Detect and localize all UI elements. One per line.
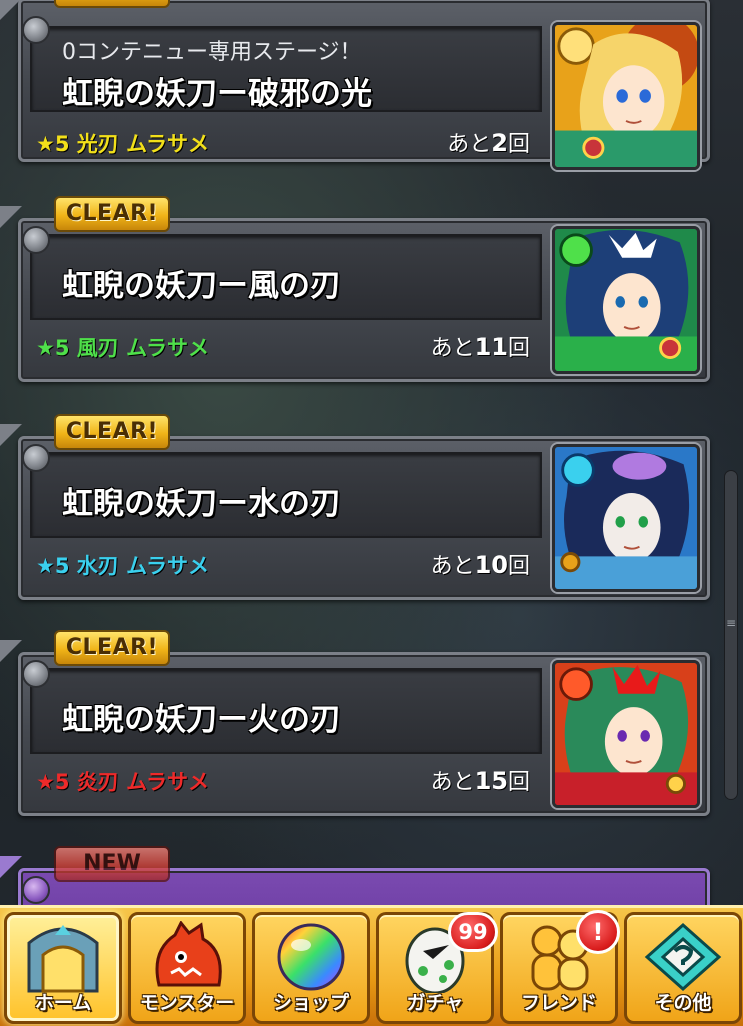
quest-subtitle: 0コンテニュー専用ステージ！	[62, 40, 362, 65]
quest-title: 虹睨の妖刀ー破邪の光	[62, 76, 372, 112]
tab-label: その他	[654, 992, 712, 1014]
quest-reward: ★5 水刃 ムラサメ	[36, 550, 209, 580]
quest-reward: ★5 風刃 ムラサメ	[36, 332, 209, 362]
wind-swordswoman-portrait	[552, 226, 700, 374]
monster-icon	[145, 920, 229, 993]
clear-badge: CLEAR!	[54, 0, 170, 8]
card-notch	[0, 640, 22, 662]
rainbow-orb-icon	[269, 921, 353, 993]
reward-name: 風刃 ムラサメ	[76, 336, 210, 360]
remaining-suffix: 回	[507, 336, 530, 361]
home-gate-icon	[21, 921, 105, 993]
quest-reward: ★5 炎刃 ムラサメ	[36, 766, 209, 796]
tab-label: ショップ	[272, 992, 349, 1014]
remaining-prefix: あと	[430, 336, 475, 361]
remaining-count: 11	[474, 333, 508, 361]
reward-name: 光刃 ムラサメ	[76, 132, 210, 156]
remaining-plays: あと2回	[447, 126, 530, 158]
reward-name: 炎刃 ムラサメ	[76, 770, 210, 794]
scrollbar[interactable]: ≡	[724, 470, 738, 800]
card-notch	[0, 206, 22, 228]
bottom-nav: ホーム モンスター ショップ ガチャ フレンド その他	[0, 905, 743, 1026]
reward-star: ★5	[36, 770, 70, 794]
bolt-icon	[22, 876, 50, 904]
tab-label: モンスター	[139, 992, 235, 1014]
light-swordswoman-portrait	[552, 22, 700, 170]
remaining-plays: あと11回	[431, 330, 530, 362]
clear-badge: CLEAR!	[54, 414, 170, 450]
card-notch	[0, 856, 22, 878]
reward-name: 水刃 ムラサメ	[76, 554, 210, 578]
remaining-suffix: 回	[507, 554, 530, 579]
remaining-prefix: あと	[430, 770, 475, 795]
tab-other[interactable]: その他	[624, 912, 742, 1024]
remaining-suffix: 回	[507, 770, 530, 795]
remaining-count: 2	[491, 129, 508, 157]
fire-swordswoman-portrait	[552, 660, 700, 808]
tab-home[interactable]: ホーム	[4, 912, 122, 1024]
remaining-plays: あと15回	[431, 764, 530, 796]
tab-label: ガチャ	[406, 992, 464, 1014]
quest-title: 虹睨の妖刀ー風の刃	[62, 268, 341, 304]
quest-card[interactable]: CLEAR! 0コンテニュー専用ステージ！ 虹睨の妖刀ー破邪の光 ★5 光刃 ム…	[0, 0, 712, 170]
water-swordswoman-portrait	[552, 444, 700, 592]
bolt-icon	[22, 660, 50, 688]
remaining-plays: あと10回	[431, 548, 530, 580]
remaining-prefix: あと	[447, 132, 492, 157]
reward-star: ★5	[36, 132, 70, 156]
reward-star: ★5	[36, 554, 70, 578]
new-badge: NEW	[54, 846, 170, 882]
quest-reward: ★5 光刃 ムラサメ	[36, 128, 209, 158]
tab-shop[interactable]: ショップ	[252, 912, 370, 1024]
reward-star: ★5	[36, 336, 70, 360]
scrollbar-grip-icon[interactable]: ≡	[726, 617, 736, 645]
tab-label: フレンド	[520, 992, 597, 1014]
friend-alert-badge: !	[576, 910, 620, 954]
quest-card[interactable]: CLEAR! 虹睨の妖刀ー風の刃 ★5 風刃 ムラサメ あと11回	[0, 196, 712, 382]
other-icon	[641, 921, 725, 993]
quest-card[interactable]: CLEAR! 虹睨の妖刀ー水の刃 ★5 水刃 ムラサメ あと10回	[0, 414, 712, 600]
card-notch	[0, 424, 22, 446]
quest-title: 虹睨の妖刀ー火の刃	[62, 702, 341, 738]
clear-badge: CLEAR!	[54, 196, 170, 232]
bolt-icon	[22, 226, 50, 254]
quest-card[interactable]: CLEAR! 虹睨の妖刀ー火の刃 ★5 炎刃 ムラサメ あと15回	[0, 630, 712, 816]
remaining-count: 10	[474, 551, 508, 579]
gacha-count-badge: 99	[448, 912, 498, 952]
quest-title: 虹睨の妖刀ー水の刃	[62, 486, 341, 522]
tab-monster[interactable]: モンスター	[128, 912, 246, 1024]
clear-badge: CLEAR!	[54, 630, 170, 666]
remaining-count: 15	[474, 767, 508, 795]
remaining-prefix: あと	[430, 554, 475, 579]
card-notch	[0, 0, 22, 20]
remaining-suffix: 回	[507, 132, 530, 157]
bolt-icon	[22, 16, 50, 44]
tab-label: ホーム	[34, 992, 92, 1014]
bolt-icon	[22, 444, 50, 472]
quest-list-screen: CLEAR! 0コンテニュー専用ステージ！ 虹睨の妖刀ー破邪の光 ★5 光刃 ム…	[0, 0, 743, 1026]
